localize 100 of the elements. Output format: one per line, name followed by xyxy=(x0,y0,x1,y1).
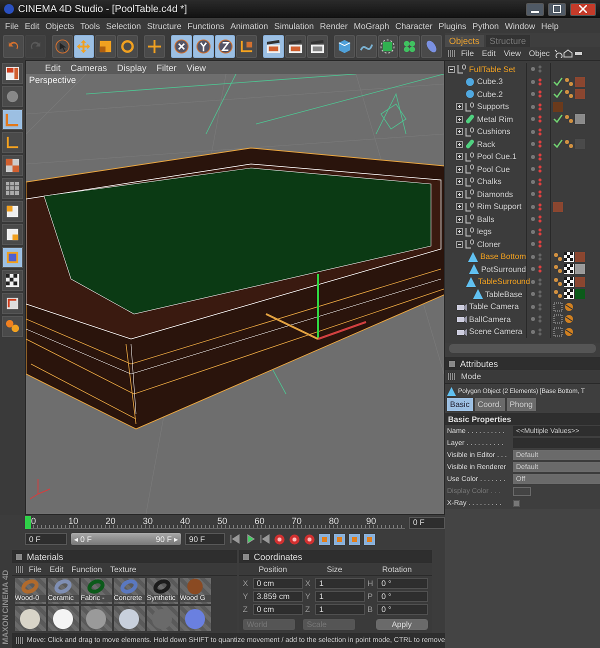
object-row[interactable]: Rack xyxy=(445,138,600,150)
mode-button[interactable] xyxy=(2,201,23,222)
toolbar-button[interactable] xyxy=(334,35,355,58)
color-swatch[interactable] xyxy=(513,486,531,496)
menu-item[interactable]: File xyxy=(2,20,22,30)
menu-item[interactable]: File xyxy=(24,564,46,574)
object-row[interactable]: BallCamera xyxy=(445,313,600,326)
record-key-icon[interactable] xyxy=(289,534,300,544)
object-row[interactable]: Cube.3 xyxy=(445,76,600,88)
material-swatch[interactable] xyxy=(180,606,211,631)
collapse-icon[interactable] xyxy=(456,240,463,248)
expand-icon[interactable] xyxy=(456,190,463,198)
expand-icon[interactable] xyxy=(456,116,463,123)
object-row[interactable]: TableBase xyxy=(445,288,600,300)
expand-icon[interactable] xyxy=(456,203,463,210)
size-field[interactable]: 1 xyxy=(315,578,366,589)
viewport-menu-item[interactable]: Cameras xyxy=(66,62,112,72)
close-button[interactable] xyxy=(570,2,596,16)
object-row[interactable]: Chalks xyxy=(445,176,600,188)
key-filter-icon[interactable] xyxy=(349,534,360,544)
attribute-tab[interactable]: Basic xyxy=(447,398,473,411)
mode-button[interactable] xyxy=(2,224,23,245)
menu-item[interactable]: Selection xyxy=(103,20,144,30)
key-filter-icon[interactable] xyxy=(364,534,375,544)
mode-button[interactable] xyxy=(2,63,23,84)
toolbar-icons-drawing[interactable] xyxy=(554,49,584,58)
toolbar-button[interactable] xyxy=(52,35,73,58)
record-key-icon[interactable] xyxy=(274,534,285,544)
panel-toggle-icon[interactable] xyxy=(16,554,22,560)
expand-icon[interactable] xyxy=(456,228,463,236)
toolbar-button[interactable] xyxy=(263,35,284,58)
menu-item[interactable]: Texture xyxy=(106,564,140,574)
size-field[interactable]: 1 xyxy=(315,591,366,602)
record-key-icon[interactable] xyxy=(304,534,315,544)
key-filter-icon[interactable] xyxy=(319,534,330,544)
toolbar-button[interactable] xyxy=(399,35,420,58)
expand-icon[interactable] xyxy=(456,216,463,223)
menu-item[interactable]: Edit xyxy=(22,20,42,30)
menu-item[interactable]: File xyxy=(457,49,478,58)
minimize-button[interactable] xyxy=(526,2,544,16)
mode-button[interactable] xyxy=(2,270,23,291)
menu-item[interactable]: Mode xyxy=(457,372,486,381)
toolbar-button[interactable] xyxy=(74,35,94,58)
menu-item[interactable]: Structure xyxy=(144,20,184,30)
menu-item[interactable]: Python xyxy=(469,20,502,30)
rotation-field[interactable]: 0 ° xyxy=(377,604,428,615)
menu-item[interactable]: Edit xyxy=(478,49,500,58)
menu-item[interactable]: Objects xyxy=(42,20,78,30)
viewport-menu-item[interactable]: Display xyxy=(112,62,152,72)
playback-button[interactable] xyxy=(259,534,270,544)
playback-button[interactable] xyxy=(229,534,240,544)
material-swatch[interactable] xyxy=(14,606,46,631)
material-swatch[interactable] xyxy=(80,606,112,631)
expand-icon[interactable] xyxy=(456,166,463,173)
position-field[interactable]: 3.859 cm xyxy=(252,591,304,602)
object-row[interactable]: FullTable Set xyxy=(445,63,600,76)
expand-icon[interactable] xyxy=(456,140,463,148)
expand-icon[interactable] xyxy=(456,128,463,136)
toolbar-button[interactable] xyxy=(306,35,328,58)
scrollbar[interactable] xyxy=(449,344,596,353)
menu-item[interactable]: Function xyxy=(67,564,106,574)
menu-item[interactable]: Edit xyxy=(46,564,68,574)
size-field[interactable]: 1 xyxy=(315,604,366,615)
menu-item[interactable]: View xyxy=(500,49,525,58)
toolbar-button[interactable] xyxy=(356,35,376,58)
start-frame-field[interactable]: 0 F xyxy=(25,533,67,545)
object-row[interactable]: Metal Rim xyxy=(445,113,600,126)
material-swatch[interactable] xyxy=(146,606,178,631)
position-field[interactable]: 0 cm xyxy=(252,578,304,589)
viewport-menu-item[interactable]: Edit xyxy=(40,62,66,72)
viewport-menu-item[interactable]: Filter xyxy=(152,62,182,72)
material-swatch[interactable] xyxy=(48,606,79,631)
rotation-field[interactable]: 0 ° xyxy=(377,591,428,602)
menu-item[interactable]: Help xyxy=(538,20,562,30)
toolbar-button[interactable] xyxy=(214,35,236,58)
object-row[interactable]: Cloner xyxy=(445,238,600,250)
current-frame-field[interactable]: 0 F xyxy=(409,516,445,528)
panel-toggle-icon[interactable] xyxy=(449,360,455,366)
menu-item[interactable]: Plugins xyxy=(436,20,470,30)
apply-button[interactable]: Apply xyxy=(376,619,428,630)
menu-item[interactable]: Objec xyxy=(524,49,554,58)
end-frame-field[interactable]: 90 F xyxy=(185,533,225,545)
viewport-menu-item[interactable]: View xyxy=(182,62,211,72)
object-row[interactable]: legs xyxy=(445,226,600,238)
object-row[interactable]: Table Camera xyxy=(445,300,600,313)
menu-item[interactable]: Tools xyxy=(77,20,104,30)
toolbar-button[interactable] xyxy=(192,35,214,58)
menu-item[interactable]: MoGraph xyxy=(350,20,392,30)
menu-item[interactable]: Simulation xyxy=(271,20,317,30)
menu-item[interactable]: Render xyxy=(316,20,351,30)
object-row[interactable]: Cushions xyxy=(445,126,600,138)
object-row[interactable]: PotSurround xyxy=(445,263,600,276)
menu-item[interactable]: Animation xyxy=(227,20,272,30)
object-row[interactable]: Cube.2 xyxy=(445,88,600,100)
object-row[interactable]: Supports xyxy=(445,100,600,113)
object-row[interactable]: Pool Cue.1 xyxy=(445,150,600,163)
panel-toggle-icon[interactable] xyxy=(242,554,249,560)
panel-tab[interactable]: Objects xyxy=(445,35,484,47)
rotation-field[interactable]: 0 ° xyxy=(377,578,428,589)
position-field[interactable]: 0 cm xyxy=(252,604,304,615)
